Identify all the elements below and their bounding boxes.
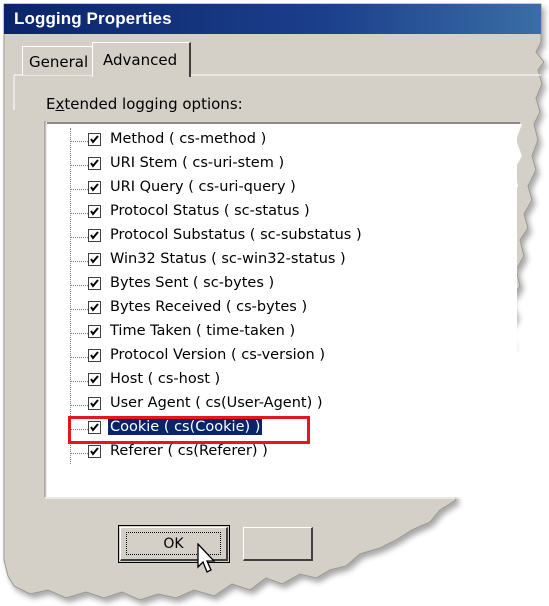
tree-item-label: Time Taken ( time-taken )	[110, 323, 296, 339]
tree-branch-line	[70, 237, 88, 238]
tree-branch-line	[70, 285, 88, 286]
checkmark-icon	[90, 399, 99, 408]
checkbox[interactable]	[88, 133, 101, 146]
checkmark-icon	[90, 231, 99, 240]
checkmark-icon	[90, 159, 99, 168]
checkmark-icon	[90, 135, 99, 144]
tree-item-label: Protocol Substatus ( sc-substatus )	[110, 227, 362, 243]
cancel-button[interactable]	[243, 527, 313, 561]
tree-branch-line	[70, 405, 88, 406]
tree-branch-line	[70, 357, 88, 358]
tree-branch-line	[70, 309, 88, 310]
checkbox[interactable]	[88, 397, 101, 410]
mouse-pointer-icon	[197, 543, 216, 573]
checkmark-icon	[90, 279, 99, 288]
checkbox[interactable]	[88, 349, 101, 362]
tree-branch-line	[70, 141, 88, 142]
tree-item-label: Bytes Received ( cs-bytes )	[110, 299, 308, 315]
checkbox[interactable]	[88, 445, 101, 458]
tree-item-label: URI Stem ( cs-uri-stem )	[110, 155, 285, 171]
tree-item-label: Host ( cs-host )	[110, 371, 221, 387]
tree-branch-line	[70, 213, 88, 214]
tree-item-label: Protocol Version ( cs-version )	[110, 347, 325, 363]
checkbox[interactable]	[88, 325, 101, 338]
tree-branch-line	[70, 165, 88, 166]
checkbox[interactable]	[88, 229, 101, 242]
checkbox[interactable]	[88, 157, 101, 170]
tree-item-label: Protocol Status ( sc-status )	[110, 203, 310, 219]
checkbox[interactable]	[88, 277, 101, 290]
tree-item-label: User Agent ( cs(User-Agent) )	[110, 395, 323, 411]
checkmark-icon	[90, 183, 99, 192]
checkmark-icon	[90, 327, 99, 336]
checkmark-icon	[90, 447, 99, 456]
cookie-highlight-box	[68, 416, 310, 444]
checkmark-icon	[90, 207, 99, 216]
tree-branch-line	[70, 261, 88, 262]
tree-branch-line	[70, 333, 88, 334]
checkbox[interactable]	[88, 205, 101, 218]
checkmark-icon	[90, 351, 99, 360]
logging-properties-dialog: Logging Properties General Advanced Exte…	[0, 0, 549, 606]
checkmark-icon	[90, 255, 99, 264]
tree-branch-line	[70, 381, 88, 382]
checkbox[interactable]	[88, 181, 101, 194]
tree-item-label: Win32 Status ( sc-win32-status )	[110, 251, 346, 267]
checkbox[interactable]	[88, 253, 101, 266]
checkmark-icon	[90, 375, 99, 384]
checkmark-icon	[90, 303, 99, 312]
tree-item-label: Referer ( cs(Referer) )	[110, 443, 268, 459]
checkbox[interactable]	[88, 301, 101, 314]
checkbox[interactable]	[88, 373, 101, 386]
tree-item-label: URI Query ( cs-uri-query )	[110, 179, 296, 195]
tree-branch-line	[70, 189, 88, 190]
tree-item-label: Method ( cs-method )	[110, 131, 267, 147]
tree-item-label: Bytes Sent ( sc-bytes )	[110, 275, 275, 291]
tree-branch-line	[70, 453, 88, 454]
